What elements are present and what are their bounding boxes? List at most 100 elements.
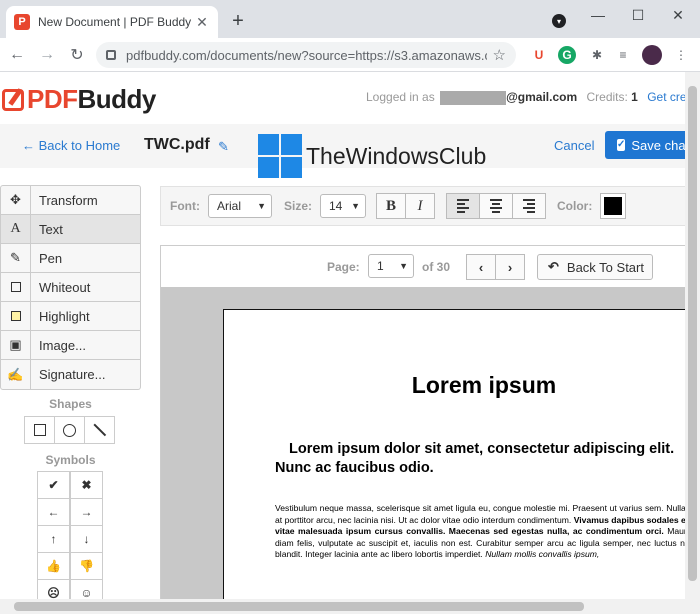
back-arrow-icon[interactable]: ← <box>4 42 30 68</box>
address-url[interactable]: pdfbuddy.com/documents/new?source=https:… <box>126 48 487 63</box>
browser-tab[interactable]: P New Document | PDF Buddy ✕ <box>6 6 218 38</box>
tab-search-icon[interactable]: ▾ <box>552 14 566 28</box>
pdf-page[interactable]: Lorem ipsum Lorem ipsum dolor sit amet, … <box>223 309 685 599</box>
text-icon: A <box>1 214 31 244</box>
rectangle-shape-button[interactable] <box>24 416 55 444</box>
color-swatch <box>604 197 623 215</box>
tool-pen[interactable]: ✎ Pen <box>1 243 140 273</box>
browser-tabstrip: P New Document | PDF Buddy ✕ + ▾ — ☐ ✕ <box>0 0 700 38</box>
checkbox-icon: ✓ <box>617 139 626 151</box>
tool-label: Whiteout <box>39 279 91 295</box>
document-canvas[interactable]: Lorem ipsum Lorem ipsum dolor sit amet, … <box>160 287 685 599</box>
color-label: Color: <box>557 199 593 213</box>
align-center-button[interactable] <box>479 193 513 219</box>
page-total: of 30 <box>422 260 451 274</box>
vertical-scrollbar[interactable] <box>685 72 700 599</box>
thumbs-up-symbol-icon[interactable]: 👍 <box>37 552 70 580</box>
arrow-down-symbol-icon[interactable]: ↓ <box>70 525 103 553</box>
save-changes-button[interactable]: ✓ Save cha <box>605 131 685 159</box>
pdfbuddy-logo-icon <box>2 88 24 111</box>
tool-label: Signature... <box>39 367 106 382</box>
pdfbuddy-favicon-icon: P <box>14 14 30 30</box>
font-select[interactable]: Arial ▼ <box>207 194 272 218</box>
tool-image[interactable]: ▣ Image... <box>1 330 140 360</box>
size-label: Size: <box>283 199 312 213</box>
shapes-group <box>24 416 115 444</box>
forward-arrow-icon[interactable]: → <box>34 42 60 68</box>
horizontal-scroll-thumb[interactable] <box>14 602 584 611</box>
align-left-button[interactable] <box>446 193 480 219</box>
tool-label: Text <box>39 221 63 237</box>
italic-button[interactable]: I <box>405 193 435 219</box>
redacted-email <box>440 90 507 105</box>
symbols-heading: Symbols <box>45 453 96 467</box>
thumbs-down-symbol-icon[interactable]: 👎 <box>70 552 103 580</box>
browser-toolbar: ← → ↻ pdfbuddy.com/documents/new?source=… <box>0 38 700 72</box>
page-select-value: 1 <box>377 259 384 273</box>
previous-page-button[interactable]: ‹ <box>466 254 496 280</box>
back-to-home-link[interactable]: ← Back to Home <box>22 138 120 153</box>
arrow-left-symbol-icon[interactable]: ← <box>37 498 70 526</box>
grammarly-icon[interactable]: G <box>558 46 576 64</box>
tool-whiteout[interactable]: Whiteout <box>1 272 140 302</box>
address-bar[interactable]: pdfbuddy.com/documents/new?source=https:… <box>96 42 516 68</box>
more-menu-icon[interactable]: ⋮ <box>672 46 690 64</box>
close-tab-icon[interactable]: ✕ <box>194 14 210 31</box>
cross-symbol-icon[interactable]: ✖ <box>70 471 103 499</box>
format-toolbar: Font: Arial ▼ Size: 14 ▼ B I Color: <box>160 186 685 226</box>
maximize-icon[interactable]: ☐ <box>618 0 658 30</box>
pdfbuddy-logo[interactable]: PDF Buddy <box>2 84 156 115</box>
reload-icon[interactable]: ↻ <box>64 42 90 68</box>
credits-value: 1 <box>631 90 638 104</box>
undo-arrow-icon: ↶ <box>548 259 559 274</box>
extension-u-icon[interactable]: U <box>530 46 548 64</box>
tool-signature[interactable]: ✍ Signature... <box>1 360 140 389</box>
size-select[interactable]: 14 ▼ <box>320 194 366 218</box>
align-left-icon <box>457 199 469 213</box>
tool-label: Image... <box>39 337 86 353</box>
body-text-italic: Nullam mollis convallis ipsum, <box>485 549 600 560</box>
check-symbol-icon[interactable]: ✔ <box>37 471 70 499</box>
bookmark-star-icon[interactable]: ☆ <box>493 46 506 64</box>
style-button-group: B I <box>376 193 435 219</box>
get-credits-link[interactable]: Get cre <box>647 90 686 104</box>
size-select-value: 14 <box>329 199 343 213</box>
logo-pdf-text: PDF <box>27 84 78 114</box>
arrow-right-symbol-icon[interactable]: → <box>70 498 103 526</box>
color-picker[interactable] <box>600 193 627 219</box>
logo-buddy-text: Buddy <box>77 84 157 114</box>
tool-list: ✥ Transform A Text ✎ Pen Whiteout Highli… <box>0 185 141 390</box>
tool-label: Transform <box>39 192 98 208</box>
vertical-scroll-thumb[interactable] <box>688 86 697 581</box>
tool-highlight[interactable]: Highlight <box>1 301 140 331</box>
whiteout-icon <box>1 272 31 302</box>
extensions-puzzle-icon[interactable]: ✱ <box>588 46 606 64</box>
align-right-icon <box>523 199 535 213</box>
user-email: @gmail.com <box>506 90 578 104</box>
close-window-icon[interactable]: ✕ <box>658 0 698 30</box>
circle-shape-button[interactable] <box>54 416 85 444</box>
rename-pencil-icon[interactable]: ✎ <box>218 139 229 155</box>
new-tab-icon[interactable]: + <box>226 9 250 33</box>
align-right-button[interactable] <box>512 193 546 219</box>
bold-button[interactable]: B <box>376 193 406 219</box>
back-to-start-button[interactable]: ↶ Back To Start <box>537 254 653 280</box>
arrow-up-symbol-icon[interactable]: ↑ <box>37 525 70 553</box>
tool-transform[interactable]: ✥ Transform <box>1 185 140 215</box>
tab-title: New Document | PDF Buddy <box>38 15 192 29</box>
next-page-button[interactable]: › <box>495 254 525 280</box>
tool-label: Pen <box>39 250 63 266</box>
minimize-icon[interactable]: — <box>578 0 618 30</box>
profile-avatar[interactable] <box>642 45 662 65</box>
line-shape-button[interactable] <box>84 416 115 444</box>
document-heading: Lorem ipsum <box>411 372 557 398</box>
page-select[interactable]: 1 ▼ <box>368 254 414 278</box>
page-arrows: ‹ › <box>466 254 525 280</box>
tool-text[interactable]: A Text <box>1 214 140 244</box>
cancel-link[interactable]: Cancel <box>554 138 594 153</box>
media-queue-icon[interactable]: ≡ <box>614 46 632 64</box>
horizontal-scrollbar[interactable] <box>0 599 700 614</box>
font-label: Font: <box>170 199 200 213</box>
logged-in-label: Logged in as <box>366 90 435 104</box>
page-label: Page: <box>327 260 360 274</box>
